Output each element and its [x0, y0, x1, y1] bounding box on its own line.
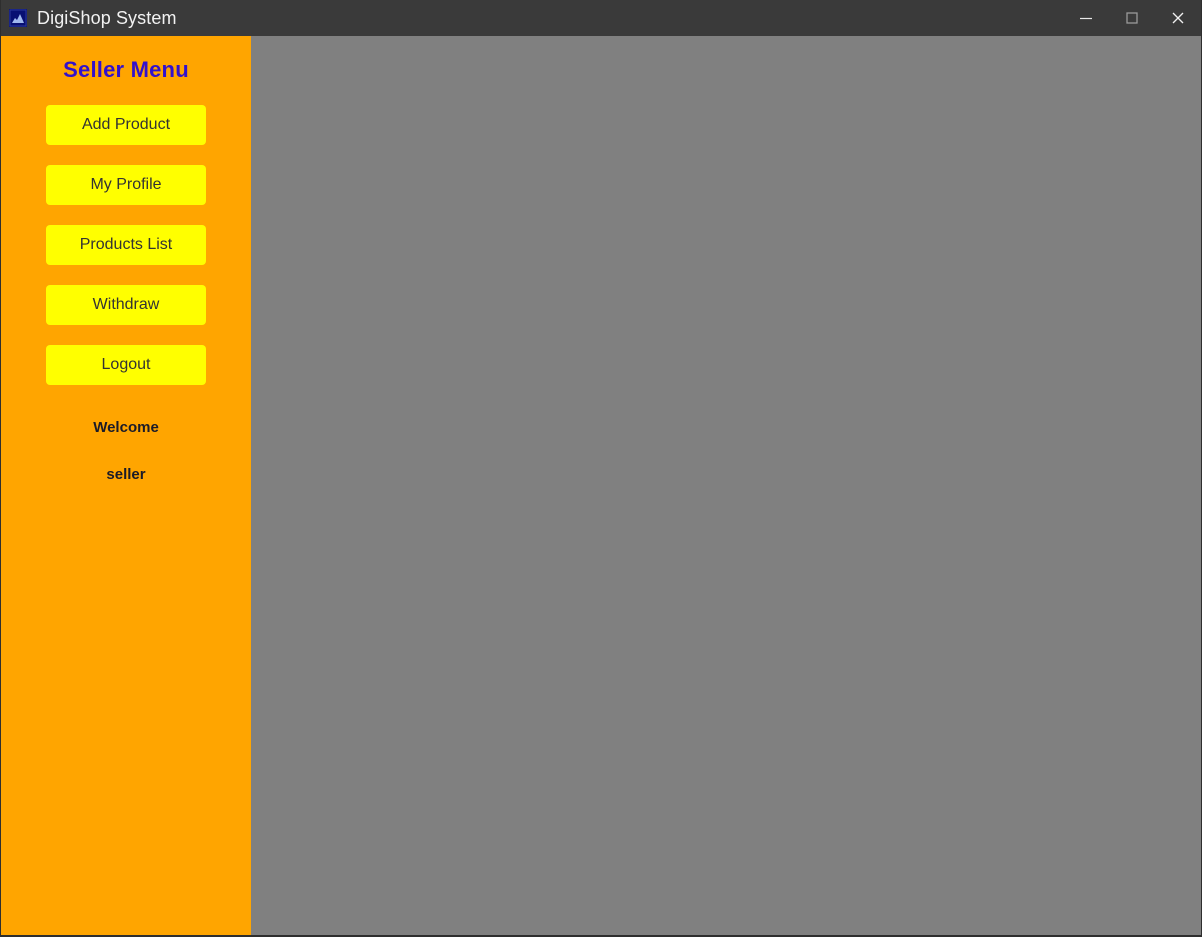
window-controls: [1063, 0, 1201, 36]
minimize-button[interactable]: [1063, 0, 1109, 36]
title-bar: DigiShop System: [1, 0, 1201, 36]
main-content-area: [251, 36, 1201, 935]
products-list-button[interactable]: Products List: [46, 225, 206, 265]
window-body: Seller Menu Add Product My Profile Produ…: [1, 36, 1201, 935]
withdraw-button[interactable]: Withdraw: [46, 285, 206, 325]
welcome-label: Welcome: [93, 419, 159, 436]
sidebar-title: Seller Menu: [63, 57, 189, 82]
my-profile-button[interactable]: My Profile: [46, 165, 206, 205]
app-window: DigiShop System Seller Menu Add Product …: [0, 0, 1202, 937]
title-bar-left: DigiShop System: [1, 8, 177, 29]
logged-in-username: seller: [106, 466, 146, 483]
logout-button[interactable]: Logout: [46, 345, 206, 385]
seller-menu-sidebar: Seller Menu Add Product My Profile Produ…: [1, 36, 251, 935]
close-button[interactable]: [1155, 0, 1201, 36]
maximize-button[interactable]: [1109, 0, 1155, 36]
add-product-button[interactable]: Add Product: [46, 105, 206, 145]
window-title: DigiShop System: [37, 7, 177, 28]
app-mountain-icon: [9, 9, 27, 27]
